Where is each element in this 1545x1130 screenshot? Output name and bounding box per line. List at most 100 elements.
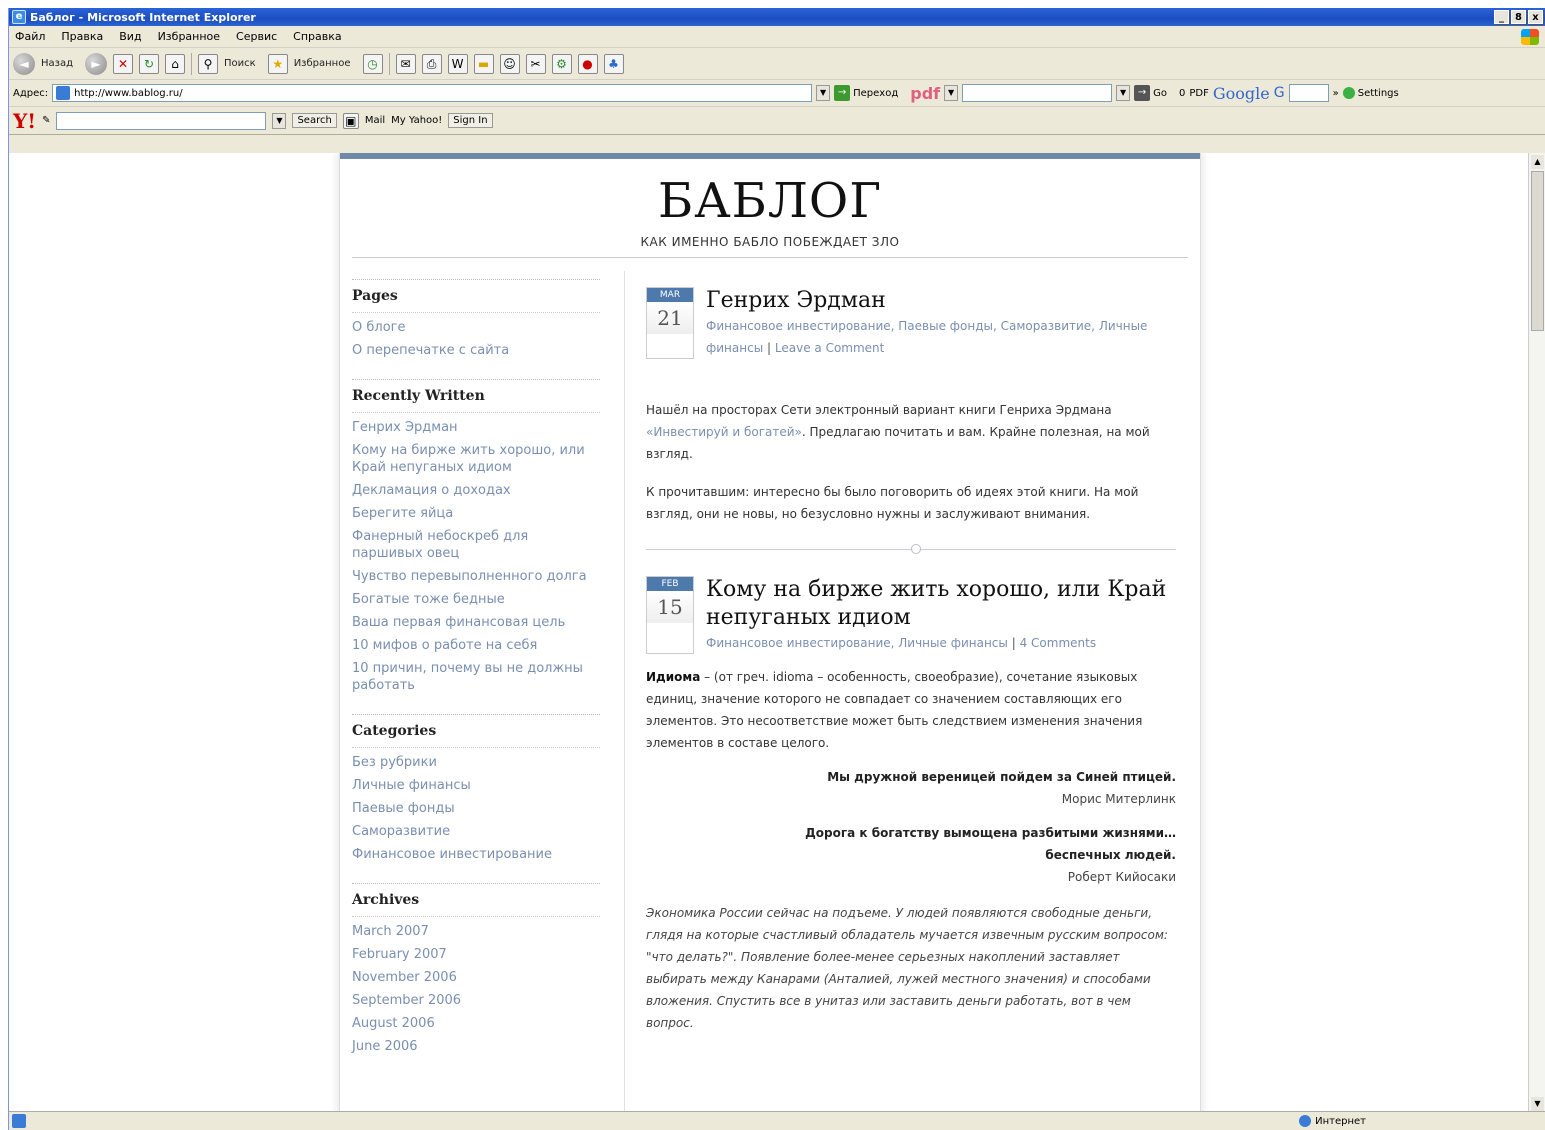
tool-icon[interactable]: ✂ [525, 53, 546, 74]
scroll-thumb[interactable] [1531, 171, 1544, 331]
comment-link[interactable]: 4 Comments [1020, 636, 1097, 650]
back-button-label[interactable]: Назад [41, 58, 73, 69]
print-icon[interactable]: ⎙ [421, 53, 442, 74]
menu-tools[interactable]: Сервис [236, 30, 277, 43]
settings-label: Settings [1357, 87, 1399, 99]
people-icon[interactable]: ♣ [603, 53, 624, 74]
edit-icon[interactable]: W [447, 53, 468, 74]
my-yahoo-link[interactable]: My Yahoo! [391, 115, 442, 126]
sidebar-link-archive[interactable]: February 2007 [352, 946, 600, 963]
page-counter[interactable]: 0 [1179, 88, 1185, 99]
settings-button[interactable]: Settings [1342, 87, 1399, 99]
post-title[interactable]: Кому на бирже жить хорошо, или Край непу… [706, 576, 1176, 632]
date-month: MAR [647, 288, 693, 302]
more-chevron[interactable]: » [1333, 88, 1339, 99]
pdf-convert-button[interactable]: PDF [1189, 88, 1208, 99]
settings-icon [1342, 87, 1355, 99]
page-status-icon [12, 1114, 26, 1128]
sidebar-link-archive[interactable]: March 2007 [352, 923, 600, 940]
address-input[interactable]: http://www.bablog.ru/ [52, 84, 813, 102]
yahoo-logo[interactable]: Y! [13, 109, 36, 133]
sidebar-link-category[interactable]: Финансовое инвестирование [352, 846, 600, 863]
pdf-search-dropdown-icon[interactable]: ▼ [1116, 85, 1131, 101]
yahoo-toolbar: Y! ✎ ▼ Search ▣ Mail My Yahoo! Sign In [9, 107, 1545, 135]
book-link[interactable]: «Инвестируй и богатей» [646, 425, 802, 439]
sidebar-link-archive[interactable]: August 2006 [352, 1015, 600, 1032]
search-button-label[interactable]: Поиск [224, 58, 256, 69]
category-link[interactable]: Саморазвитие [1001, 319, 1092, 333]
sidebar-link-recent[interactable]: Берегите яйца [352, 505, 600, 522]
category-link[interactable]: Личные финансы [898, 636, 1008, 650]
sidebar-link-recent[interactable]: Фанерный небоскреб для паршивых овец [352, 528, 600, 562]
category-link[interactable]: Финансовое инвестирование [706, 636, 891, 650]
category-link[interactable]: Паевые фонды [898, 319, 993, 333]
sidebar-link-category[interactable]: Паевые фонды [352, 800, 600, 817]
address-url[interactable]: http://www.bablog.ru/ [74, 88, 183, 99]
favorites-star-icon[interactable]: ★ [267, 53, 288, 74]
sidebar-link-recent[interactable]: Богатые тоже бедные [352, 591, 600, 608]
back-arrow-icon[interactable]: ◄ [13, 52, 35, 75]
forward-arrow-icon[interactable]: ► [85, 52, 108, 75]
menu-edit[interactable]: Правка [61, 30, 103, 43]
mail-link[interactable]: Mail [365, 115, 385, 126]
bookmark-icon[interactable]: ▣ [342, 112, 359, 129]
sidebar-link-recent[interactable]: 10 мифов о работе на себя [352, 637, 600, 654]
yahoo-search-input[interactable] [56, 111, 267, 130]
sidebar-link-recent[interactable]: Кому на бирже жить хорошо, или Край непу… [352, 442, 600, 476]
post-title[interactable]: Генрих Эрдман [706, 287, 1176, 315]
search-icon[interactable]: ⚲ [198, 53, 219, 74]
address-dropdown-icon[interactable]: ▼ [816, 85, 831, 101]
maximize-button[interactable]: 8 [1511, 10, 1526, 24]
pdf-toolbar-label[interactable]: pdf [910, 84, 940, 103]
menu-file[interactable]: Файл [15, 30, 45, 43]
favorites-button-label[interactable]: Избранное [294, 58, 351, 69]
menu-favorites[interactable]: Избранное [158, 30, 220, 43]
stop-icon[interactable]: ✕ [113, 53, 134, 74]
close-button[interactable]: x [1528, 10, 1543, 24]
category-link[interactable]: Финансовое инвестирование [706, 319, 891, 333]
pencil-icon[interactable]: ✎ [42, 115, 50, 126]
sidebar-link-recent[interactable]: Чувство перевыполненного долга [352, 568, 600, 585]
history-icon[interactable]: ◷ [362, 53, 383, 74]
quote: Дорога к богатству вымощена разбитыми жи… [805, 826, 1176, 862]
pdf-dropdown-icon[interactable]: ▼ [944, 85, 959, 101]
sidebar-link-recent[interactable]: Декламация о доходах [352, 482, 600, 499]
sidebar-link-category[interactable]: Без рубрики [352, 754, 600, 771]
sidebar-link-page[interactable]: О перепечатке с сайта [352, 342, 600, 359]
yahoo-dropdown-icon[interactable]: ▼ [272, 112, 287, 129]
refresh-icon[interactable]: ↻ [139, 53, 160, 74]
google-g-button[interactable]: G [1274, 85, 1285, 101]
scroll-down-icon[interactable]: ▼ [1531, 1097, 1544, 1111]
mail-icon[interactable]: ✉ [395, 53, 416, 74]
folder-icon[interactable]: ▬ [473, 53, 494, 74]
go-button[interactable]: → Переход [834, 85, 898, 101]
sidebar-link-recent[interactable]: Генрих Эрдман [352, 419, 600, 436]
sidebar-link-recent[interactable]: Ваша первая финансовая цель [352, 614, 600, 631]
sidebar-link-archive[interactable]: November 2006 [352, 969, 600, 986]
menu-view[interactable]: Вид [119, 30, 141, 43]
pdf-search-input[interactable] [962, 84, 1113, 102]
blog-title[interactable]: БАБЛОГ [340, 173, 1200, 229]
sidebar-link-archive[interactable]: September 2006 [352, 992, 600, 1009]
post-meta: Финансовое инвестирование, Паевые фонды,… [706, 319, 1148, 355]
alert-icon[interactable]: ● [577, 53, 598, 74]
go2-button[interactable]: → Go [1134, 85, 1167, 101]
scroll-up-icon[interactable]: ▲ [1531, 155, 1544, 169]
home-icon[interactable]: ⌂ [165, 53, 186, 74]
sidebar-link-archive[interactable]: June 2006 [352, 1038, 600, 1055]
messenger-icon[interactable]: ☺ [499, 53, 520, 74]
gear-icon[interactable]: ⚙ [551, 53, 572, 74]
menu-help[interactable]: Справка [293, 30, 341, 43]
yahoo-search-button[interactable]: Search [292, 113, 337, 128]
sidebar-link-category[interactable]: Саморазвитие [352, 823, 600, 840]
post-heinrich-erdmann: MAR 21 Генрих Эрдман Финансовое инвестир… [646, 287, 1176, 525]
vertical-scrollbar[interactable]: ▲ ▼ [1528, 153, 1545, 1113]
comment-link[interactable]: Leave a Comment [775, 341, 884, 355]
sign-in-button[interactable]: Sign In [448, 113, 493, 128]
post-birzha: FEB 15 Кому на бирже жить хорошо, или Кр… [646, 576, 1176, 1034]
google-search-input[interactable] [1288, 84, 1329, 102]
minimize-button[interactable]: _ [1494, 10, 1509, 24]
sidebar-link-category[interactable]: Личные финансы [352, 777, 600, 794]
sidebar-link-page[interactable]: О блоге [352, 319, 600, 336]
sidebar-link-recent[interactable]: 10 причин, почему вы не должны работать [352, 660, 600, 694]
